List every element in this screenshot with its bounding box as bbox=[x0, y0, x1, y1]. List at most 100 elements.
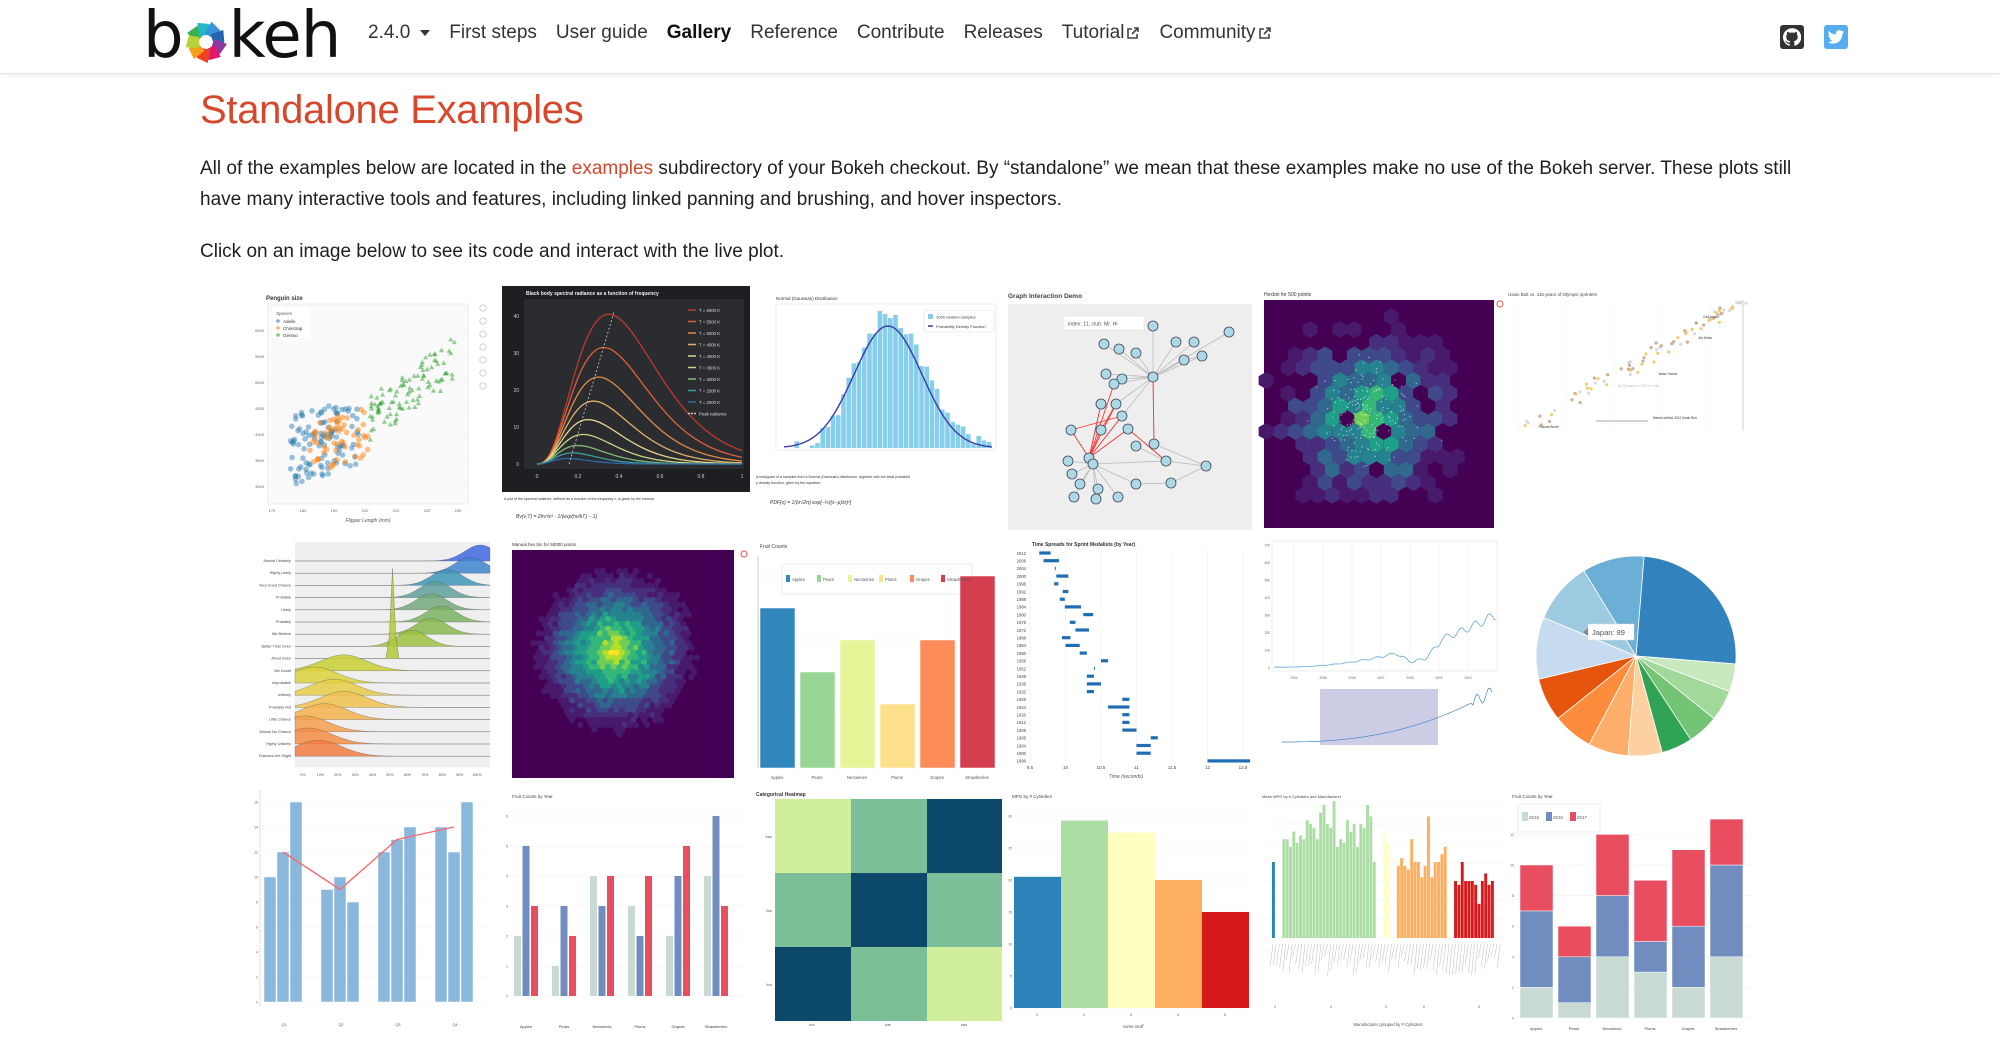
data-point bbox=[1347, 446, 1350, 449]
bar bbox=[1346, 820, 1349, 938]
data-point bbox=[1349, 430, 1351, 432]
chart-title: Fruit Counts by Year bbox=[1512, 794, 1553, 799]
category-label: We Doubt bbox=[274, 669, 292, 673]
y-tick: 10 bbox=[254, 876, 258, 880]
bar bbox=[560, 906, 568, 996]
category-label: Probable bbox=[276, 596, 291, 600]
data-point bbox=[1307, 420, 1309, 422]
hist-bar bbox=[934, 388, 940, 448]
data-point bbox=[1382, 417, 1384, 419]
y-tick: 5000 bbox=[255, 380, 265, 385]
medalist-point bbox=[1636, 370, 1640, 374]
gallery-thumb-categorical-heatmap[interactable]: Categorical Heatmap baz bar foo foo bar baz bbox=[754, 786, 1002, 1032]
nav-tutorial[interactable]: Tutorial bbox=[1062, 22, 1141, 44]
x-tick: 170 bbox=[269, 508, 276, 513]
data-point bbox=[1386, 449, 1388, 451]
data-point bbox=[1353, 377, 1355, 379]
nav-reference[interactable]: Reference bbox=[750, 22, 838, 44]
gallery-thumb-fruit-by-year-stacked[interactable]: Fruit Counts by Year 0 2 4 6 8 10 12 Apples Pears… bbox=[1508, 786, 1756, 1032]
nav-contribute[interactable]: Contribute bbox=[857, 22, 945, 44]
bar bbox=[1410, 839, 1414, 938]
medalist-point bbox=[1628, 372, 1632, 376]
data-point bbox=[1347, 378, 1349, 380]
data-point bbox=[1365, 414, 1367, 416]
x-tick: Apples bbox=[1530, 1026, 1542, 1031]
data-point bbox=[1403, 413, 1405, 415]
legend-label: 1000 random samples bbox=[936, 315, 976, 320]
data-point bbox=[1334, 440, 1336, 442]
nav-first-steps[interactable]: First steps bbox=[449, 22, 537, 44]
gallery-thumb-fruit-by-year-dodge[interactable]: Fruit Counts by Year 0 1 2 3 4 5 6 Apples Pears Ne… bbox=[502, 786, 750, 1032]
y-tick: 4 bbox=[1512, 955, 1514, 959]
time-span-bar bbox=[1043, 559, 1060, 563]
adelie-point bbox=[345, 408, 351, 414]
time-span-bar bbox=[1083, 613, 1094, 617]
legend-swatch bbox=[910, 575, 914, 582]
gallery-thumb-hexbin-50000[interactable]: Manual hex bin for 50000 points bbox=[502, 536, 750, 782]
nav-community[interactable]: Community bbox=[1159, 22, 1271, 44]
data-point bbox=[1357, 403, 1359, 405]
bar bbox=[839, 639, 876, 769]
nav-releases[interactable]: Releases bbox=[964, 22, 1043, 44]
gallery-thumb-stocks-range[interactable]: 0 100 200 300 400 500 600 700 2004 2005 2006 2007 20… bbox=[1258, 536, 1506, 782]
github-icon[interactable] bbox=[1780, 25, 1804, 49]
legend-label: Adelie bbox=[283, 319, 296, 324]
bar bbox=[1366, 805, 1369, 938]
nav-gallery[interactable]: Gallery bbox=[667, 22, 731, 44]
graph-node bbox=[1090, 493, 1102, 505]
data-point bbox=[1416, 405, 1418, 407]
gallery-thumb-hexbin-500[interactable]: Hexbin for 500 points bbox=[1258, 286, 1506, 532]
gallery-thumb-usain-bolt[interactable]: Usain Bolt vs. 116 years of Olympic spri… bbox=[1508, 286, 1756, 532]
medalist-point bbox=[1627, 363, 1632, 367]
gallery-thumb-sprint-spreads[interactable]: Time Spreads for Sprint Medalists (by Ye… bbox=[1006, 536, 1254, 782]
data-point bbox=[1363, 420, 1366, 422]
toolbar-icon bbox=[740, 550, 748, 558]
graph-node bbox=[1065, 424, 1077, 436]
data-point bbox=[1354, 456, 1356, 459]
bar bbox=[1474, 884, 1478, 938]
data-point bbox=[1373, 379, 1375, 381]
gallery-thumb-penguin-scatter[interactable]: Penguin size 3000 3500 4000 4500 5000 5500 6000… bbox=[250, 286, 498, 532]
data-point bbox=[1363, 427, 1366, 429]
bar bbox=[1305, 820, 1309, 938]
gallery-thumb-ridgeplot[interactable]: Almost Certainly Highly Likely Very Good C… bbox=[250, 536, 498, 782]
x-tick bbox=[1429, 943, 1434, 961]
y-tick: 8 bbox=[256, 901, 258, 905]
bokeh-logo[interactable]: b keh bbox=[143, 4, 341, 68]
stacked-bar bbox=[1519, 910, 1554, 988]
bar bbox=[1315, 839, 1319, 938]
chinstrap-point bbox=[364, 446, 371, 453]
gallery-thumb-mean-mpg-manufacturer[interactable]: Mean MPG by # Cylinders and Manufacturer… bbox=[1258, 786, 1506, 1032]
bar bbox=[1342, 843, 1346, 938]
stacked-bar bbox=[1595, 895, 1630, 958]
data-point bbox=[1346, 424, 1348, 426]
twitter-icon[interactable] bbox=[1824, 25, 1848, 49]
gallery-thumb-pie-chart[interactable]: Japan: 89 bbox=[1508, 536, 1756, 782]
gallery-thumb-normal-distribution[interactable]: Normal (Gaussian) Distribution 1000 rando… bbox=[754, 286, 1002, 532]
gallery-thumb-graph-interaction[interactable]: Graph Interaction Demo index: 11, club: M… bbox=[1006, 286, 1254, 532]
y-tick: 2012 bbox=[1017, 551, 1027, 556]
data-point bbox=[1350, 456, 1352, 458]
examples-link[interactable]: examples bbox=[572, 158, 653, 179]
category-label: We Believe bbox=[272, 632, 291, 636]
data-point bbox=[1338, 391, 1340, 393]
data-point bbox=[1364, 434, 1366, 436]
y-tick: foo bbox=[766, 982, 772, 987]
data-point bbox=[1357, 399, 1359, 401]
adelie-point bbox=[296, 426, 303, 432]
gallery-thumb-blackbody[interactable]: Black body spectral radiance as a functi… bbox=[502, 286, 750, 532]
x-tick bbox=[1471, 943, 1475, 975]
nav-user-guide[interactable]: User guide bbox=[556, 22, 648, 44]
gallery-thumb-mpg-cylinders[interactable]: MPG by # Cylinders 0 5 10 15 20 25 30 3 4 5 6 8 some … bbox=[1006, 786, 1254, 1032]
y-tick: 12 bbox=[1510, 833, 1514, 837]
version-dropdown[interactable]: 2.4.0 bbox=[368, 22, 431, 44]
gallery-thumb-quarterly-bars[interactable]: 0 2 4 6 8 10 12 14 16 Q1 Q2 Q3 Q4 bbox=[250, 786, 498, 1032]
y-tick: 3000 bbox=[255, 484, 265, 489]
data-point bbox=[1399, 405, 1401, 408]
group-label: 4 bbox=[1330, 1005, 1332, 1009]
gallery-thumb-fruit-counts[interactable]: Fruit Counts Apples Apples Pears Pears Nectar… bbox=[754, 536, 1002, 782]
hist-bar bbox=[841, 394, 846, 448]
x-tick bbox=[1295, 943, 1299, 965]
data-point bbox=[1340, 414, 1342, 416]
x-tick bbox=[1474, 943, 1478, 974]
